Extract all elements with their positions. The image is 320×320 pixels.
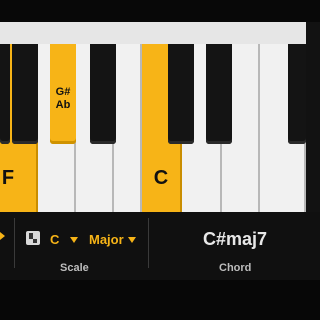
black-key-label: G# Ab: [50, 86, 76, 112]
black-key-c-sharp[interactable]: [168, 44, 194, 144]
chevron-down-icon[interactable]: [70, 237, 78, 243]
scale-section-label: Scale: [60, 262, 89, 274]
scale-root-dropdown[interactable]: C: [50, 232, 59, 247]
piano-keyboard[interactable]: F C G# Ab: [0, 44, 306, 212]
keyboard-header-strip: [0, 22, 306, 45]
black-key-e-flat[interactable]: [0, 44, 10, 144]
white-key-b[interactable]: [114, 44, 142, 212]
black-key-label-sharp: G#: [55, 86, 71, 98]
panel-divider: [14, 218, 15, 268]
chord-section-label: Chord: [219, 262, 252, 274]
scale-mode-dropdown[interactable]: Major: [89, 232, 124, 247]
keyboard-right-edge: [306, 22, 320, 212]
black-key-g-sharp[interactable]: G# Ab: [50, 44, 76, 144]
panel-divider: [148, 218, 149, 268]
piano-app-window: F C G# Ab C Major Scale C#maj7 Chord: [0, 0, 320, 320]
scale-mode-icon[interactable]: [26, 231, 40, 245]
chevron-down-icon[interactable]: [128, 237, 136, 243]
black-key-label-flat: Ab: [55, 99, 71, 111]
black-key-a-sharp[interactable]: [90, 44, 116, 144]
white-key-label: C: [153, 167, 169, 189]
black-key-f-sharp[interactable]: [12, 44, 38, 144]
black-key-d-sharp[interactable]: [206, 44, 232, 144]
white-key-label: F: [1, 167, 15, 189]
chord-name-display: C#maj7: [202, 229, 268, 249]
footer-bar: [0, 280, 320, 320]
top-bar: [0, 0, 320, 22]
black-key-f-sharp-2[interactable]: [288, 44, 306, 144]
play-arrow-icon[interactable]: [0, 232, 5, 240]
